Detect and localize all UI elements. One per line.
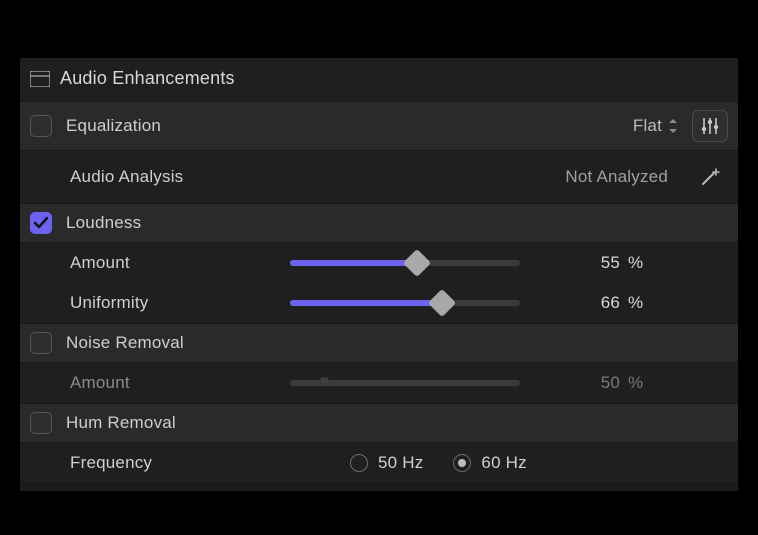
frequency-60hz-label: 60 Hz (481, 453, 526, 473)
equalization-preset-dropdown[interactable]: Flat (633, 116, 678, 136)
loudness-uniformity-unit: % (620, 293, 660, 313)
hum-removal-frequency-label: Frequency (70, 453, 350, 473)
equalization-checkbox[interactable] (30, 115, 52, 137)
noise-removal-amount-row: Amount ♥ 50 % (20, 363, 738, 403)
hum-removal-label: Hum Removal (66, 413, 286, 433)
noise-removal-checkbox[interactable] (30, 332, 52, 354)
wand-icon (698, 166, 722, 188)
noise-removal-row: Noise Removal (20, 323, 738, 363)
loudness-amount-label: Amount (70, 253, 290, 273)
panel-title: Audio Enhancements (60, 68, 235, 89)
frequency-50hz-radio[interactable] (350, 454, 368, 472)
updown-icon (668, 118, 678, 134)
loudness-uniformity-row: Uniformity 66 % (20, 283, 738, 323)
equalizer-button[interactable] (692, 110, 728, 142)
loudness-amount-unit: % (620, 253, 660, 273)
frequency-radio-group: 50 Hz 60 Hz (350, 453, 547, 473)
loudness-uniformity-label: Uniformity (70, 293, 290, 313)
loudness-uniformity-slider[interactable] (290, 300, 520, 306)
slider-thumb[interactable] (402, 249, 430, 277)
noise-removal-amount-unit: % (620, 373, 660, 393)
noise-removal-amount-slider: ♥ (290, 380, 520, 386)
equalization-row: Equalization Flat (20, 101, 738, 151)
loudness-amount-slider[interactable] (290, 260, 520, 266)
equalization-preset-value: Flat (633, 116, 662, 136)
loudness-amount-value[interactable]: 55 (550, 253, 620, 273)
hum-removal-checkbox[interactable] (30, 412, 52, 434)
analyze-button[interactable] (692, 161, 728, 193)
panel-icon (30, 71, 50, 87)
panel-footer (20, 483, 738, 491)
slider-thumb[interactable] (428, 289, 456, 317)
audio-analysis-label: Audio Analysis (70, 167, 290, 187)
sliders-icon (700, 117, 720, 135)
loudness-uniformity-value[interactable]: 66 (550, 293, 620, 313)
loudness-amount-row: Amount 55 % (20, 243, 738, 283)
audio-enhancements-panel: Audio Enhancements Equalization Flat (20, 58, 738, 491)
audio-analysis-row: Audio Analysis Not Analyzed (20, 151, 738, 203)
noise-removal-amount-value: 50 (550, 373, 620, 393)
heart-icon: ♥ (320, 373, 330, 391)
hum-removal-row: Hum Removal (20, 403, 738, 443)
frequency-50hz-label: 50 Hz (378, 453, 423, 473)
panel-header: Audio Enhancements (20, 58, 738, 101)
audio-analysis-status: Not Analyzed (565, 167, 668, 187)
loudness-label: Loudness (66, 213, 286, 233)
frequency-60hz-radio[interactable] (453, 454, 471, 472)
noise-removal-label: Noise Removal (66, 333, 286, 353)
equalization-label: Equalization (66, 116, 286, 136)
check-icon (34, 217, 48, 229)
loudness-row: Loudness (20, 203, 738, 243)
noise-removal-amount-label: Amount (70, 373, 290, 393)
loudness-checkbox[interactable] (30, 212, 52, 234)
hum-removal-frequency-row: Frequency 50 Hz 60 Hz (20, 443, 738, 483)
